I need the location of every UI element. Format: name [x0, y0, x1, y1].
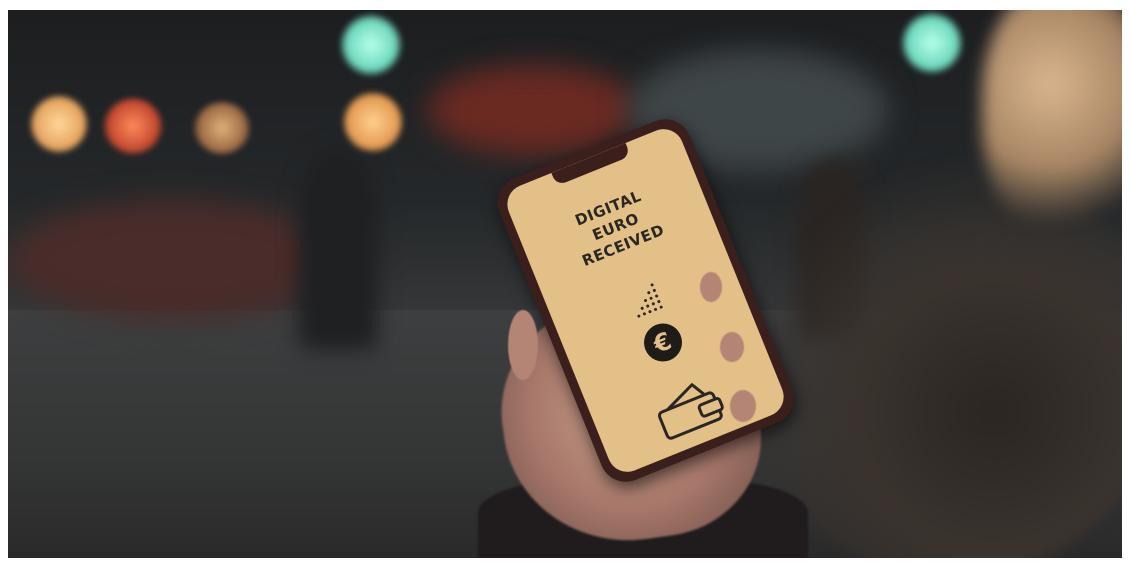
traffic-light [340, 14, 402, 76]
wallet-icon [657, 383, 724, 440]
euro-graphic: € [554, 253, 757, 395]
blurred-red-area [8, 200, 338, 320]
traffic-light [901, 12, 963, 74]
thumb [508, 310, 538, 380]
street-night-photo: DIGITAL EURO RECEIVED € [8, 10, 1122, 558]
fingertip [720, 332, 744, 362]
bokeh-light [343, 92, 403, 152]
bokeh-light [30, 95, 88, 153]
fingertip [700, 272, 722, 302]
digital-dots-icon [622, 280, 672, 327]
euro-coin-icon: € [637, 317, 688, 368]
bokeh-light [193, 102, 251, 154]
fingertip [730, 390, 756, 422]
bokeh-light [103, 98, 163, 154]
blurred-pedestrian [298, 150, 378, 350]
